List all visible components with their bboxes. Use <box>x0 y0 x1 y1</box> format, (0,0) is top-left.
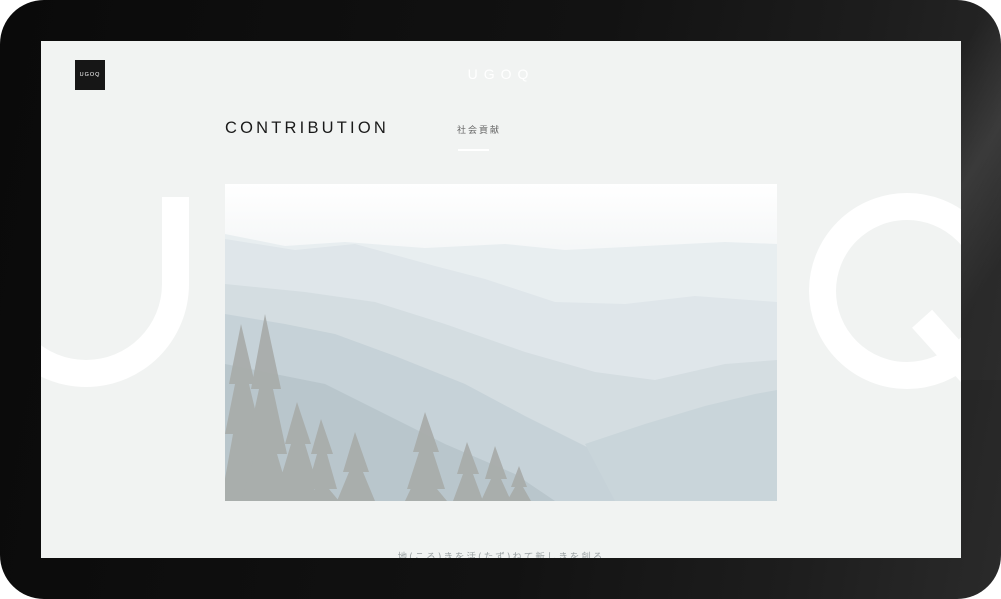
bg-letter-q <box>809 193 961 389</box>
center-logo[interactable]: UGOQ <box>41 66 961 82</box>
hero-image <box>225 184 777 501</box>
section-subtitle: 社会貢献 <box>457 126 502 136</box>
page-caption: 地(ころ)きを活(たず)ねて新しきを創る <box>397 552 605 558</box>
bg-letter-u <box>41 197 189 387</box>
section-underline <box>458 149 489 151</box>
section-title: CONTRIBUTION <box>225 119 389 137</box>
device-frame: UGOQ UGOQ CONTRIBUTION 社会貢献 地(ころ)きを活(たず)… <box>0 0 1001 599</box>
website-screen: UGOQ UGOQ CONTRIBUTION 社会貢献 地(ころ)きを活(たず)… <box>41 41 961 558</box>
mountain-landscape-illustration <box>225 234 777 501</box>
